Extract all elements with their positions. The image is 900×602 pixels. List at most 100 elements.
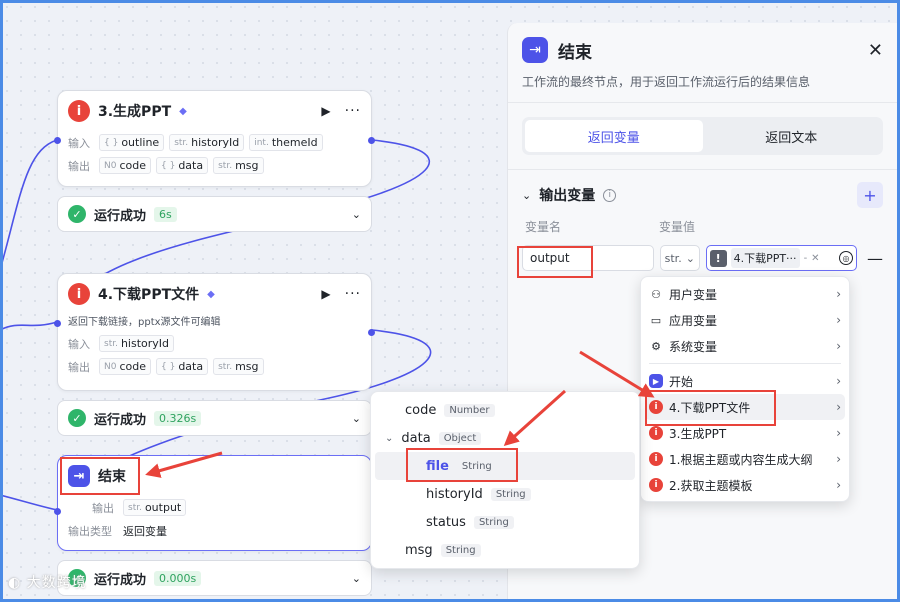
menu-item-download-ppt[interactable]: i 4.下载PPT文件 ›: [645, 394, 845, 420]
input-port[interactable]: [54, 508, 61, 515]
remove-variable-button[interactable]: —: [867, 249, 883, 268]
field-item-historyid[interactable]: historyId String: [371, 480, 639, 508]
col-header-name: 变量名: [525, 220, 562, 234]
chevron-right-icon: ›: [836, 426, 841, 440]
reference-text: 4.下载PPT···: [730, 248, 800, 268]
menu-item-generate-ppt[interactable]: i 3.生成PPT ›: [641, 420, 849, 446]
input-port[interactable]: [54, 320, 61, 327]
field-submenu: code Number ⌄ data Object file String hi…: [370, 391, 640, 569]
menu-item-user-variables[interactable]: ⚇ 用户变量 ›: [641, 281, 849, 307]
input-label: 输入: [68, 337, 90, 351]
run-status-bar[interactable]: ✓ 运行成功 6s ⌄: [57, 196, 372, 232]
input-port[interactable]: [54, 137, 61, 144]
field-item-file[interactable]: file String: [375, 452, 635, 480]
end-icon: ⇥: [522, 37, 548, 63]
menu-item-app-variables[interactable]: ▭ 应用变量 ›: [641, 307, 849, 333]
chevron-down-icon: ⌄: [685, 251, 695, 265]
chevron-down-icon[interactable]: ⌄: [352, 572, 361, 585]
input-tag: str. historyId: [169, 134, 245, 151]
warning-icon: !: [709, 249, 727, 267]
output-tag: { } data: [156, 157, 209, 174]
panel-title: 结束: [558, 42, 592, 63]
divider: [508, 102, 897, 103]
variable-name-input[interactable]: [522, 245, 654, 271]
variable-reference-field[interactable]: ! 4.下载PPT··· - ✕ ◎: [705, 245, 857, 271]
output-tag: { } data: [156, 358, 209, 375]
chevron-right-icon: ›: [836, 313, 841, 327]
menu-item-get-theme[interactable]: i 2.获取主题模板 ›: [641, 472, 849, 498]
diamond-icon: ◆: [179, 105, 187, 117]
time-badge: 6s: [154, 206, 177, 222]
output-tag: N0 code: [99, 157, 151, 174]
more-icon[interactable]: ···: [345, 103, 361, 119]
divider: [508, 169, 897, 170]
close-icon[interactable]: ✕: [868, 40, 883, 61]
panel-description: 工作流的最终节点，用于返回工作流运行后的结果信息: [522, 75, 811, 89]
chevron-right-icon: ›: [836, 339, 841, 353]
tab-return-variable[interactable]: 返回变量: [525, 120, 703, 152]
node-download-ppt[interactable]: i 4.下载PPT文件 ◆ ▶ ··· 返回下载链接，pptx源文件可编辑 输入…: [54, 273, 375, 391]
menu-item-system-variables[interactable]: ⚙ 系统变量 ›: [641, 333, 849, 359]
node-title: 4.下载PPT文件: [98, 287, 200, 303]
node-end[interactable]: ⇥ 结束 输出 str. output 输出类型 返回变量: [54, 455, 372, 551]
output-tag: str. msg: [213, 157, 264, 174]
check-icon: ✓: [68, 409, 86, 427]
variable-type-select[interactable]: str. ⌄: [660, 245, 700, 271]
output-tag: str. output: [123, 499, 187, 516]
status-text: 运行成功: [94, 412, 147, 428]
info-icon: i: [68, 283, 90, 305]
watermark-logo-icon: ◐: [8, 575, 22, 591]
chevron-down-icon[interactable]: ⌄: [352, 208, 361, 221]
node-title: 结束: [98, 469, 126, 485]
menu-item-start[interactable]: ▶ 开始 ›: [641, 368, 849, 394]
node-generate-ppt[interactable]: i 3.生成PPT ◆ ▶ ··· 输入 { } outline str. hist…: [54, 90, 375, 187]
field-item-status[interactable]: status String: [371, 508, 639, 536]
output-tag: str. msg: [213, 358, 264, 375]
input-tag: int. themeId: [249, 134, 323, 151]
field-item-msg[interactable]: msg String: [371, 536, 639, 564]
section-title: 输出变量: [539, 188, 596, 204]
info-icon: i: [649, 426, 663, 440]
variable-source-menu: ⚇ 用户变量 › ▭ 应用变量 › ⚙ 系统变量 › ▶ 开始 › i 4.下载…: [640, 276, 850, 502]
diamond-icon: ◆: [207, 288, 215, 300]
output-port[interactable]: [368, 137, 375, 144]
menu-item-generate-outline[interactable]: i 1.根据主题或内容生成大纲 ›: [641, 446, 849, 472]
clear-icon[interactable]: ✕: [811, 253, 819, 264]
time-badge: 0.326s: [154, 410, 202, 426]
node-description: 返回下载链接，pptx源文件可编辑: [68, 317, 221, 328]
run-button[interactable]: ▶: [321, 104, 330, 118]
chevron-right-icon: ›: [836, 400, 841, 414]
info-circle-icon[interactable]: i: [603, 188, 617, 202]
add-variable-button[interactable]: +: [857, 182, 883, 208]
start-icon: ▶: [649, 374, 663, 388]
chevron-right-icon: ›: [836, 452, 841, 466]
output-tag: N0 code: [99, 358, 151, 375]
chevron-right-icon: ›: [836, 374, 841, 388]
more-icon[interactable]: ···: [345, 286, 361, 302]
chevron-right-icon: ›: [836, 287, 841, 301]
chevron-right-icon: ›: [836, 478, 841, 492]
run-status-bar[interactable]: ✓ 运行成功 0.000s ⌄: [57, 560, 372, 596]
input-tag: str. historyId: [99, 335, 175, 352]
run-button[interactable]: ▶: [321, 287, 330, 301]
run-status-bar[interactable]: ✓ 运行成功 0.326s ⌄: [57, 400, 372, 436]
info-icon: i: [68, 100, 90, 122]
field-item-data[interactable]: ⌄ data Object: [371, 424, 639, 452]
time-badge: 0.000s: [154, 570, 202, 586]
input-tag: { } outline: [99, 134, 165, 151]
target-icon[interactable]: ◎: [839, 251, 853, 265]
chevron-down-icon[interactable]: ⌄: [385, 433, 393, 444]
info-icon: i: [649, 400, 663, 414]
watermark: ◐ 大数跨境: [8, 575, 87, 591]
output-port[interactable]: [368, 329, 375, 336]
status-text: 运行成功: [94, 208, 147, 224]
tab-return-text[interactable]: 返回文本: [703, 120, 881, 152]
collapse-icon[interactable]: ⌄: [522, 189, 531, 202]
menu-divider: [649, 363, 841, 364]
output-type-value: 返回变量: [123, 524, 167, 538]
check-icon: ✓: [68, 205, 86, 223]
chevron-down-icon[interactable]: ⌄: [352, 412, 361, 425]
separator: -: [803, 252, 808, 264]
field-item-code[interactable]: code Number: [371, 396, 639, 424]
col-header-value: 变量值: [659, 220, 696, 234]
